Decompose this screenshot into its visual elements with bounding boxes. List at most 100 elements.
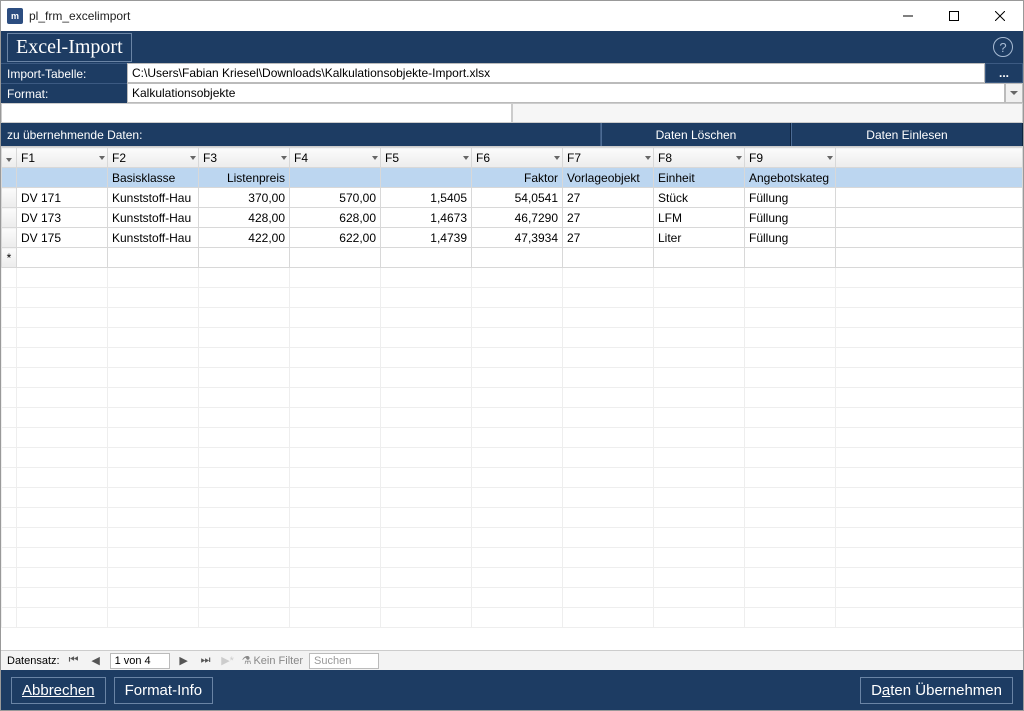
column-header-F3[interactable]: F3 (199, 148, 290, 168)
nav-search[interactable]: Suchen (309, 653, 379, 669)
row-selector[interactable] (2, 488, 17, 508)
cell[interactable] (563, 548, 654, 568)
cell[interactable] (381, 528, 472, 548)
cell[interactable] (17, 348, 108, 368)
chevron-down-icon[interactable] (99, 156, 105, 160)
cell[interactable] (745, 468, 836, 488)
cell[interactable] (199, 248, 290, 268)
cell[interactable] (381, 488, 472, 508)
cell[interactable] (290, 388, 381, 408)
row-selector[interactable] (2, 268, 17, 288)
cell[interactable]: 422,00 (199, 228, 290, 248)
cell[interactable] (563, 468, 654, 488)
cell[interactable]: 46,7290 (472, 208, 563, 228)
row-selector[interactable] (2, 428, 17, 448)
cell[interactable] (472, 288, 563, 308)
cell[interactable] (563, 408, 654, 428)
cell[interactable] (654, 348, 745, 368)
cell[interactable] (199, 588, 290, 608)
cell[interactable] (472, 408, 563, 428)
cell[interactable]: Füllung (745, 208, 836, 228)
table-row[interactable] (2, 568, 1023, 588)
row-selector[interactable] (2, 368, 17, 388)
cell[interactable] (17, 248, 108, 268)
nav-next-button[interactable]: ▶ (176, 653, 192, 669)
help-icon[interactable]: ? (993, 37, 1013, 57)
cell[interactable] (745, 408, 836, 428)
cell[interactable] (745, 328, 836, 348)
nav-first-button[interactable]: ⏮ (66, 653, 82, 669)
cell[interactable] (472, 368, 563, 388)
cell[interactable]: Kunststoff-Hau (108, 188, 199, 208)
read-data-button[interactable]: Daten Einlesen (791, 123, 1023, 146)
cell[interactable] (17, 588, 108, 608)
cell[interactable]: Liter (654, 228, 745, 248)
cell[interactable] (654, 468, 745, 488)
table-row[interactable] (2, 348, 1023, 368)
cell[interactable] (381, 468, 472, 488)
column-header-F9[interactable]: F9 (745, 148, 836, 168)
table-row[interactable]: DV 173Kunststoff-Hau428,00628,001,467346… (2, 208, 1023, 228)
cell[interactable] (654, 608, 745, 628)
column-header-F4[interactable]: F4 (290, 148, 381, 168)
cell[interactable] (199, 388, 290, 408)
table-row[interactable] (2, 528, 1023, 548)
cell[interactable] (745, 248, 836, 268)
cell[interactable] (199, 268, 290, 288)
cell[interactable] (17, 268, 108, 288)
cell[interactable]: Kunststoff-Hau (108, 228, 199, 248)
cell[interactable] (654, 288, 745, 308)
cell[interactable] (290, 448, 381, 468)
cell[interactable] (563, 588, 654, 608)
cell[interactable] (381, 608, 472, 628)
row-selector[interactable] (2, 408, 17, 428)
chevron-down-icon[interactable] (372, 156, 378, 160)
cancel-button[interactable]: Abbrechen (11, 677, 106, 704)
cell[interactable] (108, 248, 199, 268)
cell[interactable] (745, 348, 836, 368)
browse-button[interactable]: ... (985, 63, 1023, 83)
cell[interactable]: DV 173 (17, 208, 108, 228)
cell[interactable] (563, 448, 654, 468)
cell[interactable] (108, 568, 199, 588)
cell[interactable] (472, 568, 563, 588)
cell[interactable] (381, 308, 472, 328)
cell[interactable]: Stück (654, 188, 745, 208)
cell[interactable] (199, 468, 290, 488)
cell[interactable]: 27 (563, 208, 654, 228)
cell[interactable]: 1,4673 (381, 208, 472, 228)
chevron-down-icon[interactable] (827, 156, 833, 160)
cell[interactable] (108, 328, 199, 348)
cell[interactable] (472, 248, 563, 268)
cell[interactable] (199, 488, 290, 508)
cell[interactable] (199, 288, 290, 308)
cell[interactable] (290, 468, 381, 488)
cell[interactable]: 1,4739 (381, 228, 472, 248)
cell[interactable] (654, 428, 745, 448)
cell[interactable] (290, 428, 381, 448)
cell[interactable] (654, 248, 745, 268)
cell[interactable] (290, 368, 381, 388)
cell[interactable] (290, 248, 381, 268)
cell[interactable] (381, 368, 472, 388)
cell[interactable] (17, 608, 108, 628)
cell[interactable] (563, 568, 654, 588)
cell[interactable]: Listenpreis (199, 168, 290, 188)
cell[interactable] (745, 368, 836, 388)
cell[interactable]: 428,00 (199, 208, 290, 228)
cell[interactable] (563, 428, 654, 448)
cell[interactable] (654, 388, 745, 408)
cell[interactable] (17, 508, 108, 528)
cell[interactable] (381, 588, 472, 608)
cell[interactable] (745, 508, 836, 528)
row-selector[interactable] (2, 388, 17, 408)
cell[interactable] (290, 608, 381, 628)
close-button[interactable] (977, 1, 1023, 31)
cell[interactable] (381, 288, 472, 308)
cell[interactable] (108, 468, 199, 488)
chevron-down-icon[interactable] (281, 156, 287, 160)
cell[interactable] (472, 468, 563, 488)
cell[interactable] (199, 548, 290, 568)
cell[interactable] (108, 408, 199, 428)
cell[interactable] (654, 548, 745, 568)
